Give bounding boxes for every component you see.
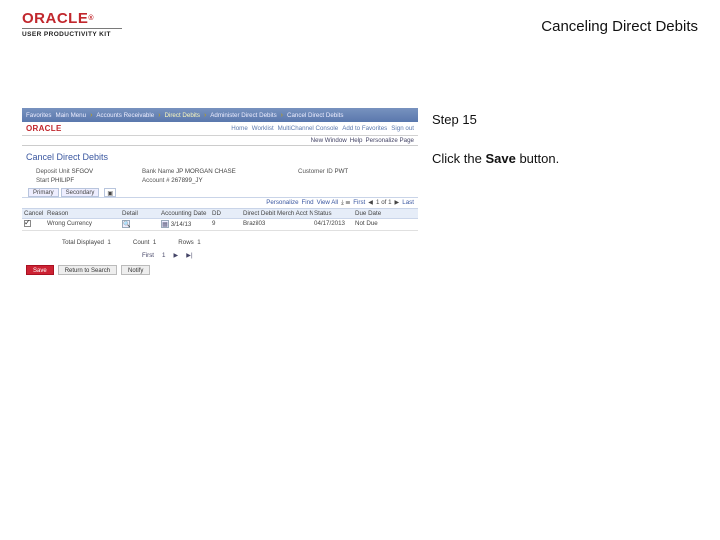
instruction-body: Click the Save button.: [432, 149, 698, 170]
breadcrumb-item-favorites[interactable]: Favorites: [26, 112, 51, 119]
col-merchant-name: Direct Debit Merch Acct Name: [243, 210, 313, 217]
grid-find[interactable]: Find: [302, 199, 314, 207]
return-to-search-button[interactable]: Return to Search: [58, 265, 117, 275]
instruction-panel: Step 15 Click the Save button.: [432, 110, 698, 170]
app-logo: ORACLE: [26, 124, 62, 133]
breadcrumb-item-main[interactable]: Main Menu: [55, 112, 86, 119]
col-detail: Detail: [122, 210, 160, 217]
status-value: 04/17/2013: [314, 220, 354, 229]
customer-id-label: Customer ID: [298, 168, 333, 175]
bank-name-value: JP MORGAN CHASE: [176, 168, 236, 175]
table-row: Wrong Currency 🔍 ▦ 3/14/13 9 Brazil03 04…: [22, 219, 418, 231]
pager-one: 1: [162, 252, 165, 259]
step-label: Step 15: [432, 110, 698, 131]
chevron-right-icon: ›: [281, 112, 283, 119]
account-value: 267899_JY: [171, 177, 202, 184]
cancel-checkbox[interactable]: [24, 220, 31, 227]
oracle-logo-text: ORACLE: [22, 10, 88, 27]
tab-home[interactable]: Home: [231, 125, 248, 132]
chevron-right-icon[interactable]: ▶: [395, 199, 400, 207]
subtab-primary[interactable]: Primary: [28, 188, 59, 197]
brand-block: ORACLE® USER PRODUCTIVITY KIT: [22, 12, 122, 38]
grid-view-all[interactable]: View All: [317, 199, 339, 207]
subtab-secondary[interactable]: Secondary: [61, 188, 100, 197]
page-title: Cancel Direct Debits: [22, 146, 418, 166]
pager-next-icon[interactable]: ▶: [173, 252, 178, 259]
rows-label: Rows: [178, 239, 193, 246]
rows-value: 1: [197, 239, 200, 246]
col-reason: Reason: [47, 210, 121, 217]
instruction-prefix: Click the: [432, 151, 485, 166]
oracle-logo: ORACLE®: [22, 12, 122, 26]
start-label: Start: [36, 177, 49, 184]
col-cancel: Cancel: [24, 210, 46, 217]
pager-first[interactable]: First: [142, 252, 154, 259]
date-icon[interactable]: ▦: [161, 220, 169, 228]
tab-multichannel[interactable]: MultiChannel Console: [278, 125, 339, 132]
breadcrumb: Favorites Main Menu › Accounts Receivable…: [22, 108, 418, 122]
account-label: Account #: [142, 177, 170, 184]
total-displayed-value: 1: [107, 239, 110, 246]
notify-button[interactable]: Notify: [121, 265, 150, 275]
start-value: PHILIPF: [51, 177, 74, 184]
breadcrumb-item-dd[interactable]: Direct Debits: [165, 112, 200, 119]
customer-id-value: PWT: [334, 168, 348, 175]
count-label: Count: [133, 239, 150, 246]
save-button[interactable]: Save: [26, 265, 54, 275]
link-help[interactable]: Help: [350, 137, 363, 144]
total-displayed-label: Total Displayed: [62, 239, 104, 246]
grid-last[interactable]: Last: [402, 199, 414, 207]
merchant-name-value: Brazil03: [243, 220, 313, 229]
breadcrumb-item-ar[interactable]: Accounts Receivable: [96, 112, 154, 119]
brand-divider: [22, 28, 122, 29]
chevron-right-icon: ›: [90, 112, 92, 119]
breadcrumb-item-cancel[interactable]: Cancel Direct Debits: [287, 112, 343, 119]
oracle-logo-tm: ®: [88, 15, 94, 22]
tab-signout[interactable]: Sign out: [391, 125, 414, 132]
link-personalize-page[interactable]: Personalize Page: [366, 137, 415, 144]
col-due-date: Due Date: [355, 210, 415, 217]
doc-title: Canceling Direct Debits: [541, 18, 698, 35]
deposit-unit-label: Deposit Unit: [36, 168, 70, 175]
chevron-right-icon: ›: [204, 112, 206, 119]
dd-value: 9: [212, 220, 242, 229]
tab-add-favorites[interactable]: Add to Favorites: [342, 125, 387, 132]
link-new-window[interactable]: New Window: [311, 137, 347, 144]
grid-first[interactable]: First: [353, 199, 365, 207]
due-date-value: Not Due: [355, 220, 415, 229]
app-screenshot: Favorites Main Menu › Accounts Receivable…: [22, 108, 418, 277]
pager-last-icon[interactable]: ▶|: [186, 252, 192, 259]
tab-worklist[interactable]: Worklist: [252, 125, 274, 132]
reason-value: Wrong Currency: [47, 220, 121, 229]
instruction-bold: Save: [485, 151, 519, 166]
chevron-left-icon[interactable]: ◀: [368, 199, 373, 207]
expand-icon[interactable]: ▣: [104, 188, 116, 197]
deposit-unit-value: SFGOV: [71, 168, 93, 175]
upk-label: USER PRODUCTIVITY KIT: [22, 31, 122, 38]
col-dd: DD: [212, 210, 242, 217]
detail-lookup-icon[interactable]: 🔍: [122, 220, 130, 228]
grid-range: 1 of 1: [376, 199, 391, 207]
col-status: Status: [314, 210, 354, 217]
count-value: 1: [153, 239, 156, 246]
breadcrumb-item-admin[interactable]: Administer Direct Debits: [210, 112, 276, 119]
grid-personalize[interactable]: Personalize: [266, 199, 298, 207]
col-accounting-date: Accounting Date: [161, 210, 211, 217]
bank-name-label: Bank Name: [142, 168, 174, 175]
instruction-suffix: button.: [519, 151, 559, 166]
chevron-right-icon: ›: [158, 112, 160, 119]
accounting-date-value: 3/14/13: [171, 221, 192, 228]
grid-icons[interactable]: ⤓ ☰: [341, 199, 350, 207]
